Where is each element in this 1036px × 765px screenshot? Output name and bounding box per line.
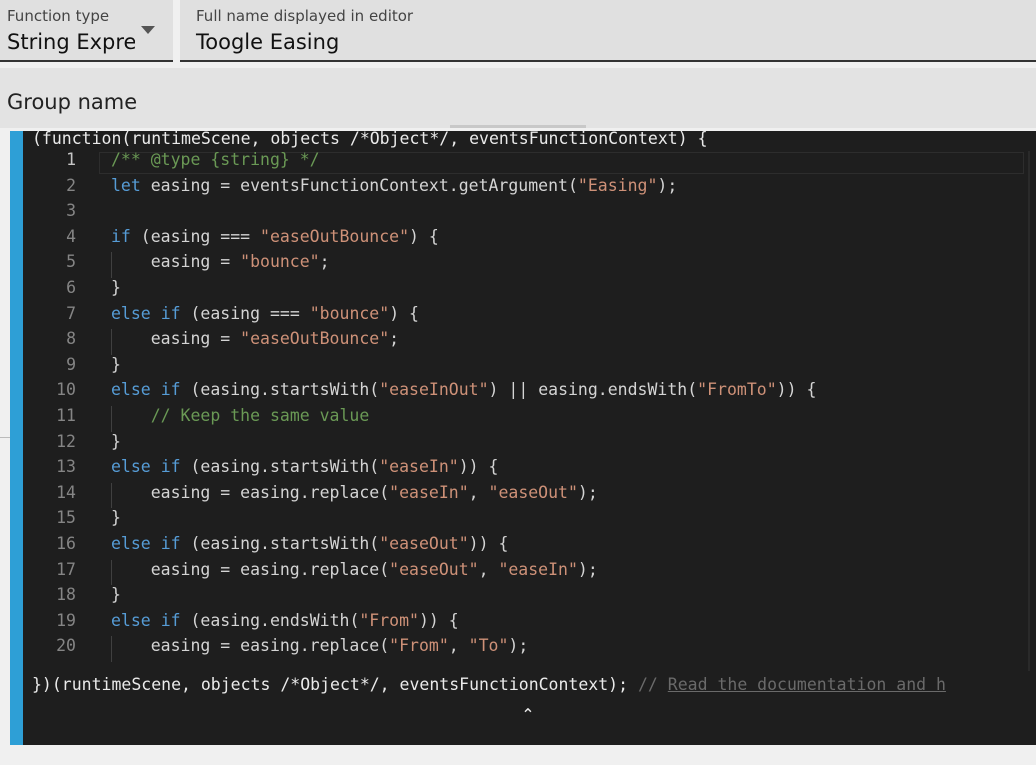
full-name-label: Full name displayed in editor [196, 7, 414, 25]
code-line[interactable]: 7 else if (easing === "bounce") { [23, 304, 1036, 330]
code-line[interactable]: 9} [23, 355, 1036, 381]
full-name-underline [180, 60, 1036, 62]
line-number: 20 [56, 636, 76, 656]
code-text: // Keep the same value [150, 406, 370, 425]
editor-scrollbar[interactable] [1028, 151, 1030, 671]
code-text: } [111, 431, 121, 451]
line-number: 2 [66, 175, 76, 195]
code-text: else if (easing === "bounce") { [111, 303, 419, 323]
code-line[interactable]: 10 else if (easing.startsWith("easeInOut"… [23, 380, 1036, 406]
function-type-value: String Expres [7, 30, 135, 54]
code-text: else if (easing.startsWith("easeOut")) { [111, 534, 509, 553]
code-text: easing = easing.replace("From", "To"); [111, 636, 529, 656]
line-number: 14 [56, 482, 76, 502]
code-line[interactable]: 12} [23, 432, 1036, 458]
code-text: /** @type {string} */ [111, 150, 320, 169]
code-text: easing = easing.replace("easeIn", "easeO… [111, 482, 598, 502]
function-type-select[interactable]: Function type String Expres [0, 0, 173, 62]
line-number: 10 [56, 380, 76, 400]
line-number: 3 [66, 201, 76, 221]
line-number: 12 [56, 431, 76, 451]
code-lines[interactable]: 1 /** @type {string} */ 2 let easing = even… [23, 150, 1036, 670]
code-line[interactable]: 2 let easing = eventsFunctionContext.getA… [23, 176, 1036, 202]
code-line[interactable]: 3 [23, 201, 1036, 227]
code-editor[interactable]: (function(runtimeScene, objects /*Object… [10, 129, 1036, 745]
code-line[interactable]: 20 easing = easing.replace("From", "To")… [23, 636, 1036, 662]
code-text: else if (easing.startsWith("easeIn")) { [111, 457, 499, 477]
group-name-field[interactable]: Group name [0, 68, 1036, 128]
footer-code: })(runtimeScene, objects /*Object*/, eve… [32, 675, 638, 694]
function-type-label: Function type [7, 7, 110, 25]
line-number: 16 [56, 534, 76, 553]
code-text: let easing = eventsFunctionContext.getAr… [111, 175, 678, 195]
code-line[interactable]: 17 easing = easing.replace("easeOut", "e… [23, 559, 1036, 586]
line-number: 18 [56, 585, 76, 605]
code-line[interactable]: 4 if (easing === "easeOutBounce") { [23, 227, 1036, 253]
chevron-up-icon[interactable]: ⌃ [520, 707, 536, 723]
line-number: 19 [56, 610, 76, 630]
code-text: easing = easing.replace("easeOut", "ease… [111, 559, 598, 579]
code-line[interactable]: 18} [23, 585, 1036, 611]
code-text: easing = "bounce"; [111, 252, 330, 272]
scroll-indicator [450, 125, 586, 128]
code-text: if (easing === "easeOutBounce") { [111, 226, 439, 246]
code-text: easing = "easeOutBounce"; [111, 329, 400, 349]
group-name-label: Group name [7, 90, 138, 114]
editor-accent-bar [10, 131, 23, 745]
line-number: 15 [56, 508, 76, 528]
code-text: else if (easing.startsWith("easeInOut") … [111, 380, 817, 400]
full-name-field[interactable]: Full name displayed in editor Toogle Eas… [180, 0, 1036, 62]
line-number: 5 [66, 252, 76, 272]
code-line[interactable]: 5 easing = "bounce"; [23, 252, 1036, 278]
footer-comment: // [637, 675, 668, 694]
full-name-input[interactable]: Toogle Easing [196, 30, 339, 54]
line-number: 7 [66, 303, 76, 323]
code-text: } [111, 585, 121, 605]
documentation-link[interactable]: Read the documentation and h [668, 675, 946, 694]
code-line[interactable]: 8 easing = "easeOutBounce"; [23, 329, 1036, 355]
line-number: 6 [66, 278, 76, 297]
code-line[interactable]: 15} [23, 508, 1036, 534]
code-text: } [111, 278, 121, 297]
code-line[interactable]: 16 else if (easing.startsWith("easeOut"))… [23, 534, 1036, 560]
code-text: } [111, 508, 121, 528]
line-number: 4 [66, 226, 76, 246]
line-number: 9 [66, 354, 76, 374]
code-line[interactable]: 1 /** @type {string} */ [23, 150, 1036, 176]
code-text: } [111, 354, 121, 374]
chevron-down-icon[interactable] [141, 26, 155, 34]
code-line[interactable]: 13 else if (easing.startsWith("easeIn")) … [23, 457, 1036, 483]
line-number: 17 [56, 559, 76, 579]
divider [0, 437, 10, 438]
line-number: 11 [56, 406, 76, 425]
code-header: (function(runtimeScene, objects /*Object… [32, 129, 708, 148]
function-type-underline [0, 60, 173, 62]
code-line[interactable]: 11 // Keep the same value [23, 406, 1036, 432]
code-line[interactable]: 6} [23, 278, 1036, 304]
line-number: 1 [66, 150, 76, 169]
code-footer: })(runtimeScene, objects /*Object*/, eve… [32, 675, 1036, 694]
line-number: 13 [56, 457, 76, 477]
line-number: 8 [66, 329, 76, 349]
code-line[interactable]: 19 else if (easing.endsWith("From")) { [23, 611, 1036, 637]
code-text: else if (easing.endsWith("From")) { [111, 610, 459, 630]
code-line[interactable]: 14 easing = easing.replace("easeIn", "ea… [23, 482, 1036, 509]
